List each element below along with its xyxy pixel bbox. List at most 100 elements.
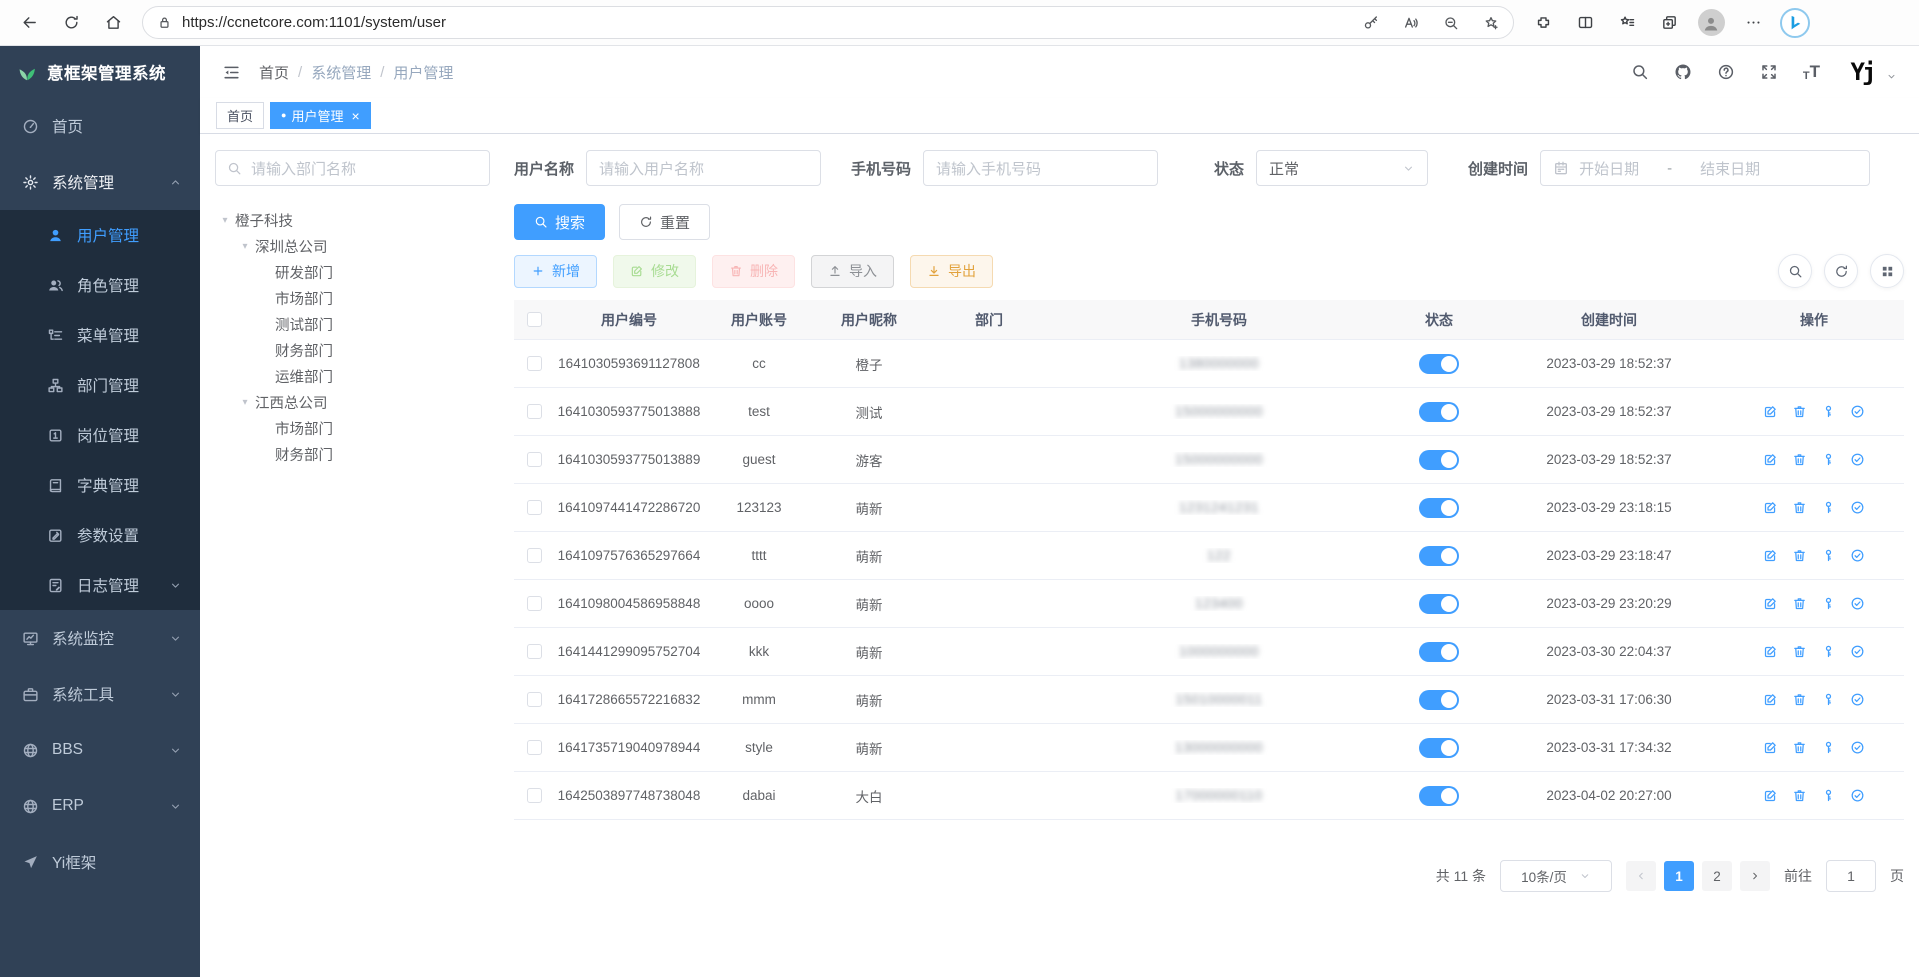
status-toggle[interactable] [1419, 642, 1459, 662]
text-size-icon[interactable]: TT [1803, 62, 1820, 82]
tab-用户管理[interactable]: ●用户管理× [270, 102, 371, 129]
browser-profile-button[interactable] [1694, 6, 1728, 40]
sidebar-item-ERP[interactable]: ERP [0, 778, 200, 834]
tab-首页[interactable]: 首页 [216, 102, 264, 129]
user-menu[interactable]: Yj [1845, 55, 1897, 89]
edit-button[interactable]: 修改 [613, 255, 696, 288]
status-toggle[interactable] [1419, 738, 1459, 758]
date-range-picker[interactable]: 开始日期 - 结束日期 [1540, 150, 1870, 186]
delete-icon[interactable] [1792, 548, 1807, 563]
zoom-out-icon[interactable] [1443, 15, 1459, 31]
edit-icon[interactable] [1763, 548, 1778, 563]
reset-password-icon[interactable] [1821, 644, 1836, 659]
phone-input[interactable]: 请输入手机号码 [923, 150, 1158, 186]
github-icon[interactable] [1674, 63, 1692, 81]
page-button-2[interactable]: 2 [1702, 861, 1732, 891]
row-checkbox[interactable] [527, 548, 542, 563]
assign-role-icon[interactable] [1850, 788, 1865, 803]
delete-icon[interactable] [1792, 740, 1807, 755]
sidebar-item-岗位管理[interactable]: 岗位管理 [0, 410, 200, 460]
sidebar-item-参数设置[interactable]: 参数设置 [0, 510, 200, 560]
username-input[interactable]: 请输入用户名称 [586, 150, 821, 186]
tree-node-财务部门[interactable]: 财务部门 [215, 441, 490, 467]
row-checkbox[interactable] [527, 356, 542, 371]
browser-favorites-button[interactable] [1610, 6, 1644, 40]
search-button[interactable]: 搜索 [514, 204, 605, 240]
reset-password-icon[interactable] [1821, 404, 1836, 419]
delete-button[interactable]: 删除 [712, 255, 795, 288]
delete-icon[interactable] [1792, 404, 1807, 419]
sidebar-item-角色管理[interactable]: 角色管理 [0, 260, 200, 310]
refresh-table-button[interactable] [1824, 254, 1858, 288]
browser-back-button[interactable] [12, 6, 46, 40]
sidebar-item-Yi框架[interactable]: Yi框架 [0, 834, 200, 890]
tree-node-市场部门[interactable]: 市场部门 [215, 285, 490, 311]
fullscreen-icon[interactable] [1760, 63, 1778, 81]
assign-role-icon[interactable] [1850, 740, 1865, 755]
department-search-input[interactable]: 请输入部门名称 [215, 150, 490, 186]
sidebar-item-菜单管理[interactable]: 菜单管理 [0, 310, 200, 360]
assign-role-icon[interactable] [1850, 500, 1865, 515]
sidebar-item-系统工具[interactable]: 系统工具 [0, 666, 200, 722]
help-icon[interactable] [1717, 63, 1735, 81]
edit-icon[interactable] [1763, 644, 1778, 659]
row-checkbox[interactable] [527, 788, 542, 803]
row-checkbox[interactable] [527, 452, 542, 467]
row-checkbox[interactable] [527, 644, 542, 659]
status-toggle[interactable] [1419, 354, 1459, 374]
export-button[interactable]: 导出 [910, 255, 993, 288]
delete-icon[interactable] [1792, 644, 1807, 659]
status-toggle[interactable] [1419, 594, 1459, 614]
delete-icon[interactable] [1792, 596, 1807, 611]
address-bar[interactable]: https://ccnetcore.com:1101/system/user [142, 6, 1514, 39]
reset-password-icon[interactable] [1821, 500, 1836, 515]
status-toggle[interactable] [1419, 402, 1459, 422]
status-toggle[interactable] [1419, 786, 1459, 806]
column-settings-button[interactable] [1870, 254, 1904, 288]
add-favorite-icon[interactable] [1483, 15, 1499, 31]
read-aloud-icon[interactable] [1403, 15, 1419, 31]
row-checkbox[interactable] [527, 740, 542, 755]
close-icon[interactable]: × [351, 108, 359, 124]
tree-node-运维部门[interactable]: 运维部门 [215, 363, 490, 389]
reset-password-icon[interactable] [1821, 788, 1836, 803]
assign-role-icon[interactable] [1850, 452, 1865, 467]
browser-split-screen-button[interactable] [1568, 6, 1602, 40]
add-button[interactable]: 新增 [514, 255, 597, 288]
delete-icon[interactable] [1792, 788, 1807, 803]
select-all-checkbox[interactable] [527, 312, 542, 327]
sidebar-item-系统管理[interactable]: 系统管理 [0, 154, 200, 210]
row-checkbox[interactable] [527, 596, 542, 611]
status-toggle[interactable] [1419, 690, 1459, 710]
row-checkbox[interactable] [527, 692, 542, 707]
assign-role-icon[interactable] [1850, 644, 1865, 659]
browser-bing-button[interactable] [1778, 6, 1812, 40]
sidebar-item-首页[interactable]: 首页 [0, 98, 200, 154]
delete-icon[interactable] [1792, 692, 1807, 707]
sidebar-item-用户管理[interactable]: 用户管理 [0, 210, 200, 260]
edit-icon[interactable] [1763, 404, 1778, 419]
edit-icon[interactable] [1763, 692, 1778, 707]
status-toggle[interactable] [1419, 546, 1459, 566]
page-button-1[interactable]: 1 [1664, 861, 1694, 891]
import-button[interactable]: 导入 [811, 255, 894, 288]
browser-more-button[interactable] [1736, 6, 1770, 40]
toggle-search-button[interactable] [1778, 254, 1812, 288]
sidebar-item-字典管理[interactable]: 字典管理 [0, 460, 200, 510]
tree-node-市场部门[interactable]: 市场部门 [215, 415, 490, 441]
assign-role-icon[interactable] [1850, 404, 1865, 419]
browser-home-button[interactable] [96, 6, 130, 40]
reset-password-icon[interactable] [1821, 548, 1836, 563]
reset-password-icon[interactable] [1821, 596, 1836, 611]
edit-icon[interactable] [1763, 500, 1778, 515]
browser-collections-button[interactable] [1652, 6, 1686, 40]
reset-button[interactable]: 重置 [619, 204, 710, 240]
assign-role-icon[interactable] [1850, 548, 1865, 563]
prev-page-button[interactable] [1626, 861, 1656, 891]
assign-role-icon[interactable] [1850, 692, 1865, 707]
row-checkbox[interactable] [527, 404, 542, 419]
header-search-icon[interactable] [1631, 63, 1649, 81]
assign-role-icon[interactable] [1850, 596, 1865, 611]
status-select[interactable]: 正常 [1256, 150, 1428, 186]
next-page-button[interactable] [1740, 861, 1770, 891]
